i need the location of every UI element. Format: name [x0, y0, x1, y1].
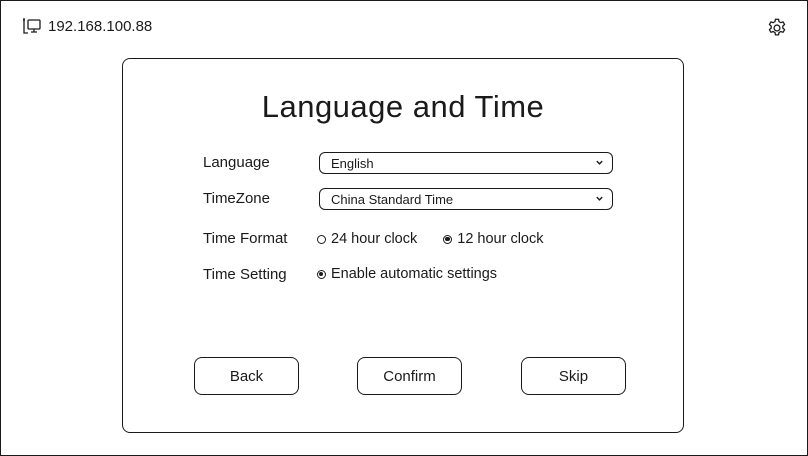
- skip-button[interactable]: Skip: [521, 357, 626, 395]
- network-computer-icon: [22, 17, 42, 35]
- radio-12-hour-clock[interactable]: 12 hour clock: [443, 231, 544, 247]
- language-select-value: English: [331, 155, 374, 171]
- radio-selected-icon: [443, 234, 453, 244]
- time-setting-label: Time Setting: [203, 266, 287, 283]
- language-label: Language: [203, 154, 270, 171]
- language-time-dialog: Language and Time Language English TimeZ…: [122, 58, 684, 433]
- radio-unselected-icon: [317, 234, 326, 244]
- radio-12-hour-label: 12 hour clock: [457, 231, 544, 247]
- dialog-title: Language and Time: [261, 89, 545, 124]
- time-format-label: Time Format: [203, 230, 288, 247]
- radio-24-hour-clock[interactable]: 24 hour clock: [317, 231, 417, 247]
- confirm-button[interactable]: Confirm: [357, 357, 462, 395]
- time-setting-options: Enable automatic settings: [317, 266, 523, 282]
- gear-icon[interactable]: [766, 17, 788, 39]
- radio-selected-icon: [317, 269, 326, 279]
- back-button[interactable]: Back: [194, 357, 299, 395]
- automatic-settings-label: Enable automatic settings: [331, 266, 498, 282]
- network-status: 192.168.100.88: [22, 17, 152, 35]
- timezone-select[interactable]: China Standard Time: [319, 188, 613, 210]
- timezone-select-value: China Standard Time: [331, 191, 454, 207]
- timezone-label: TimeZone: [203, 190, 270, 207]
- radio-24-hour-label: 24 hour clock: [331, 231, 418, 247]
- chevron-down-icon: [596, 160, 603, 165]
- radio-enable-automatic-settings[interactable]: Enable automatic settings: [317, 266, 497, 282]
- chevron-down-icon: [596, 196, 603, 201]
- time-format-options: 24 hour clock 12 hour clock: [317, 231, 570, 247]
- ip-address: 192.168.100.88: [48, 17, 153, 35]
- language-select[interactable]: English: [319, 152, 613, 174]
